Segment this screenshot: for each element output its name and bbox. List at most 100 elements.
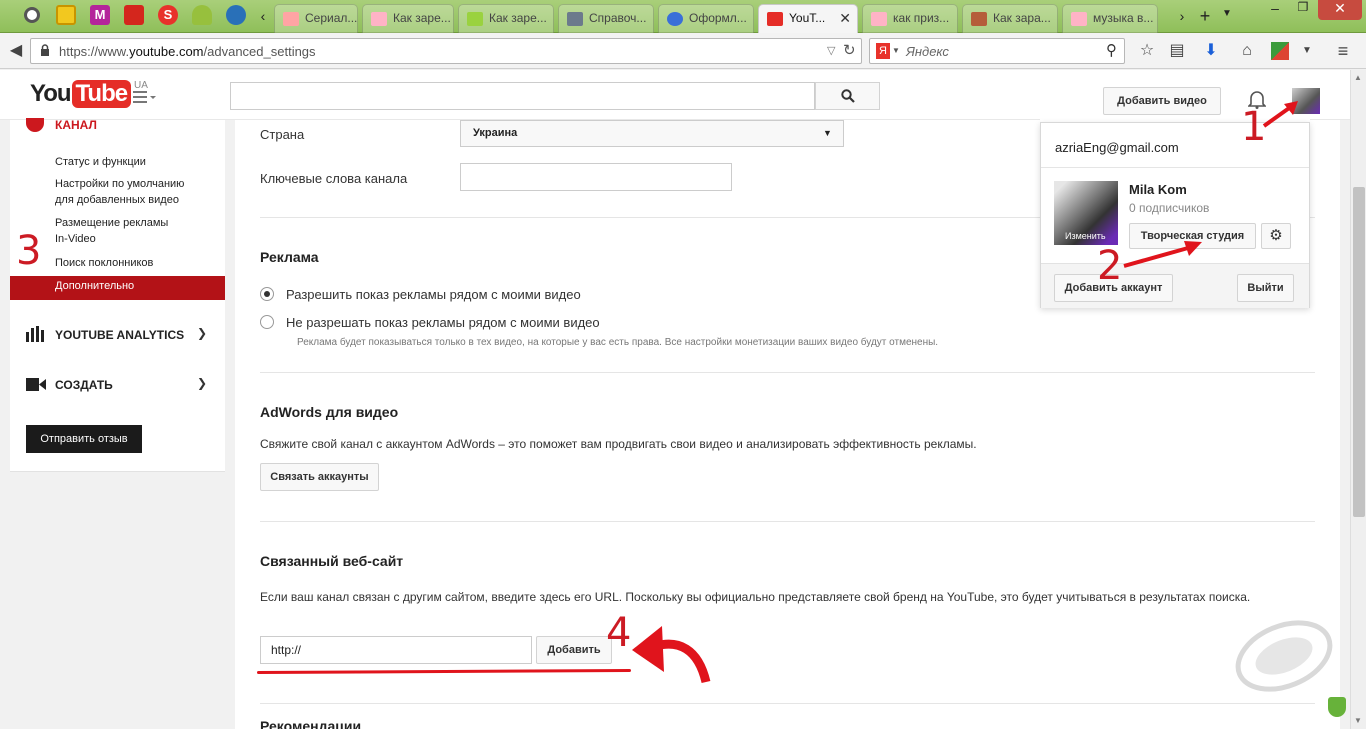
send-feedback-button[interactable]: Отправить отзыв <box>26 425 142 453</box>
adwords-description: Свяжите свой канал с аккаунтом AdWords –… <box>260 437 977 451</box>
sidebar-item-fan-finder[interactable]: Поиск поклонников <box>55 255 153 271</box>
ads-allow-radio[interactable] <box>260 287 274 301</box>
chevron-down-icon[interactable]: ❯ <box>197 376 207 390</box>
account-email: azriaEng@gmail.com <box>1055 140 1179 155</box>
link-accounts-button[interactable]: Связать аккаунты <box>260 463 379 491</box>
ads-allow-label[interactable]: Разрешить показ рекламы рядом с моими ви… <box>286 287 581 302</box>
browser-tab[interactable]: Как заре... <box>458 4 554 33</box>
pinned-tab-chat-icon[interactable] <box>226 5 246 25</box>
home-icon[interactable]: ⌂ <box>1237 41 1257 61</box>
browser-tab[interactable]: Как зара... <box>962 4 1058 33</box>
back-icon[interactable]: ◀ <box>6 41 26 61</box>
close-tab-icon[interactable]: ✕ <box>839 10 851 27</box>
left-sidebar: КАНАЛ Статус и функции Настройки по умол… <box>10 118 225 472</box>
bookmarks-list-icon[interactable]: ▤ <box>1167 41 1187 61</box>
pinned-tab-notes-icon[interactable] <box>56 5 76 25</box>
browser-tab[interactable]: музыка в... <box>1062 4 1158 33</box>
dropdown-arrow-icon: ▼ <box>823 128 832 138</box>
menu-icon[interactable]: ≡ <box>1333 41 1353 61</box>
youtube-logo[interactable]: You Tube UA <box>30 80 148 110</box>
annotation-arrow-4 <box>632 626 711 684</box>
bookmark-star-icon[interactable]: ☆ <box>1137 41 1157 61</box>
channel-thumbnail[interactable]: Изменить <box>1054 181 1118 245</box>
browser-tab[interactable]: Справоч... <box>558 4 654 33</box>
divider <box>260 703 1315 704</box>
sidebar-item-upload-defaults[interactable]: Настройки по умолчанию для добавленных в… <box>55 176 195 208</box>
channel-keywords-input[interactable] <box>460 163 732 191</box>
pinned-tab-red-icon[interactable] <box>124 5 144 25</box>
ads-disallow-label[interactable]: Не разрешать показ рекламы рядом с моими… <box>286 315 600 330</box>
downloads-icon[interactable]: ⬇ <box>1201 41 1221 61</box>
tab-label: Оформл... <box>689 11 747 25</box>
sidebar-section-channel[interactable]: КАНАЛ <box>55 118 97 132</box>
ads-disallow-radio[interactable] <box>260 315 274 329</box>
pinned-tab-s-icon[interactable]: S <box>158 5 178 25</box>
sidebar-section-create[interactable]: СОЗДАТЬ <box>55 378 113 392</box>
dropdown-arrow-icon[interactable]: ▽ <box>827 44 835 57</box>
pinned-tab-android-icon[interactable] <box>192 5 212 25</box>
annotation-arrow-2 <box>1123 241 1202 268</box>
browser-tab-active[interactable]: YouT... ✕ <box>758 4 858 33</box>
adguard-shield-icon[interactable] <box>1328 697 1346 717</box>
scroll-down-icon[interactable]: ▼ <box>1354 716 1362 725</box>
sidebar-item-invideo[interactable]: Размещение рекламы In-Video <box>55 215 175 247</box>
browser-tab-strip: M S ‹ Сериал... Как заре... Как заре... … <box>0 0 1366 33</box>
divider <box>260 372 1315 373</box>
scroll-up-icon[interactable]: ▲ <box>1354 73 1362 82</box>
annotation-arrow-1 <box>1262 101 1298 128</box>
channel-keywords-label: Ключевые слова канала <box>260 171 408 186</box>
tab-list-icon[interactable]: ▼ <box>1220 8 1234 28</box>
yandex-search-placeholder: Яндекс <box>906 44 949 59</box>
recommendations-section-title: Рекомендации <box>260 718 362 729</box>
country-select[interactable]: Украина ▼ <box>460 120 844 147</box>
browser-tab[interactable]: как приз... <box>862 4 958 33</box>
website-section-title: Связанный веб-сайт <box>260 553 404 569</box>
youtube-search-button[interactable] <box>815 82 880 110</box>
change-thumbnail-link[interactable]: Изменить <box>1065 231 1106 241</box>
addon-icon[interactable] <box>1271 42 1289 60</box>
country-label: Страна <box>260 127 305 142</box>
settings-gear-button[interactable]: ⚙ <box>1261 223 1291 249</box>
restore-window-icon[interactable]: ❐ <box>1290 0 1316 20</box>
scrollbar-thumb[interactable] <box>1353 187 1365 517</box>
yandex-logo-icon: Я <box>876 43 890 59</box>
browser-tab[interactable]: Оформл... <box>658 4 754 33</box>
yandex-search-box[interactable]: Я ▼ Яндекс ⚲ <box>869 38 1125 64</box>
browser-tab[interactable]: Как заре... <box>362 4 454 33</box>
analytics-icon <box>26 326 46 345</box>
annotation-number-3: 3 <box>16 228 42 274</box>
tab-scroll-left-icon[interactable]: ‹ <box>258 8 268 28</box>
minimize-window-icon[interactable]: – <box>1262 0 1288 20</box>
addon-dropdown-icon[interactable]: ▼ <box>1297 41 1317 61</box>
sidebar-section-analytics[interactable]: YOUTUBE ANALYTICS <box>55 328 184 342</box>
country-select-value: Украина <box>473 127 518 139</box>
add-website-button[interactable]: Добавить <box>536 636 612 664</box>
page-scrollbar[interactable]: ▲ ▼ <box>1350 70 1366 729</box>
guide-menu-icon[interactable] <box>133 90 157 104</box>
chevron-down-icon[interactable]: ❯ <box>197 326 207 340</box>
sidebar-item-status[interactable]: Статус и функции <box>55 154 146 170</box>
tab-label: YouT... <box>789 11 826 25</box>
pinned-tab-reload-icon[interactable] <box>24 7 40 23</box>
browser-tab[interactable]: Сериал... <box>274 4 358 33</box>
youtube-search-input[interactable] <box>230 82 815 110</box>
annotation-underline <box>256 669 632 674</box>
add-video-button[interactable]: Добавить видео <box>1103 87 1221 115</box>
tab-label: Сериал... <box>305 11 358 25</box>
sidebar-item-advanced[interactable]: Дополнительно <box>10 276 225 300</box>
close-window-icon[interactable]: ✕ <box>1318 0 1362 20</box>
tab-scroll-right-icon[interactable]: › <box>1176 8 1188 28</box>
logout-button[interactable]: Выйти <box>1237 274 1294 302</box>
new-tab-icon[interactable]: + <box>1196 6 1214 26</box>
website-url-input[interactable]: http:// <box>260 636 532 664</box>
yandex-dropdown-icon[interactable]: ▼ <box>892 46 900 55</box>
address-bar[interactable]: https://www.youtube.com/advanced_setting… <box>30 38 862 64</box>
reload-icon[interactable]: ↻ <box>843 41 856 59</box>
pinned-tab-m-icon[interactable]: M <box>90 5 110 25</box>
tab-favicon <box>667 12 683 26</box>
address-bar-url: https://www.youtube.com/advanced_setting… <box>59 44 316 59</box>
ads-note: Реклама будет показываться только в тех … <box>297 337 939 348</box>
browser-navigation-bar: ◀ https://www.youtube.com/advanced_setti… <box>0 33 1366 69</box>
tab-label: Как заре... <box>489 11 547 25</box>
yandex-search-icon[interactable]: ⚲ <box>1106 41 1117 59</box>
